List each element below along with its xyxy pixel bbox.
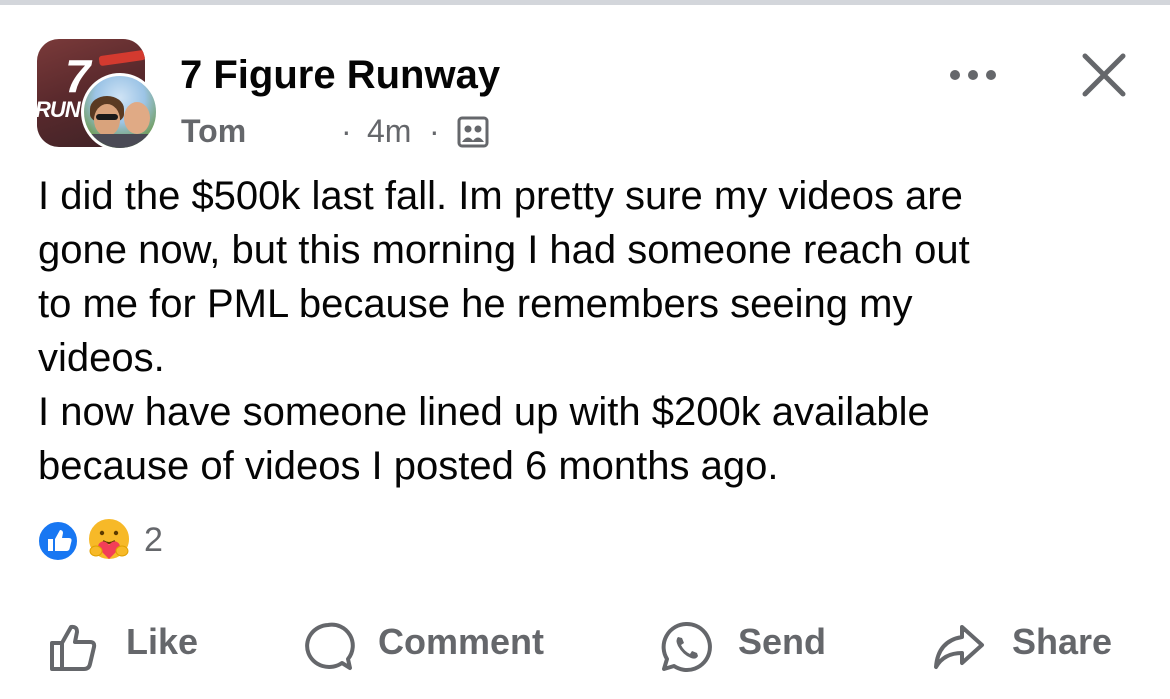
group-members-icon <box>457 116 489 148</box>
care-icon <box>87 517 131 561</box>
thumbs-up-icon <box>50 624 97 671</box>
share-button[interactable]: Share <box>930 613 1130 677</box>
avatar-shirt <box>84 134 156 148</box>
send-button[interactable]: Send <box>658 613 848 677</box>
share-arrow-icon <box>934 625 984 669</box>
whatsapp-icon <box>661 621 712 672</box>
post-body-line: to me for PML because he remembers seein… <box>38 282 913 326</box>
more-dots-icon[interactable] <box>944 57 1002 93</box>
logo-run: RUN <box>37 97 81 122</box>
like-label: Like <box>126 621 199 662</box>
avatar-face-right <box>124 102 150 134</box>
post-body-line: videos. <box>38 336 165 380</box>
post-body-line: I did the $500k last fall. Im pretty sur… <box>38 174 963 218</box>
comment-button[interactable]: Comment <box>300 613 570 677</box>
post-body-line: gone now, but this morning I had someone… <box>38 228 970 272</box>
meta-separator: · <box>341 113 352 149</box>
meta-separator: · <box>429 113 440 149</box>
avatar-sunglasses <box>96 114 118 120</box>
post-card: 7 RUN 7 Figure Runway Tom · 4m · I did t… <box>0 5 1170 699</box>
like-icon <box>37 520 79 562</box>
post-body-line: because of videos I posted 6 months ago. <box>38 444 779 488</box>
post-timestamp[interactable]: 4m <box>367 113 411 150</box>
logo-swoosh <box>98 49 145 67</box>
avatar-face-left <box>94 104 120 136</box>
author-name[interactable]: Tom <box>181 113 246 150</box>
send-label: Send <box>738 621 827 662</box>
post-body: I did the $500k last fall. Im pretty sur… <box>38 169 1148 493</box>
close-icon[interactable] <box>1080 51 1128 99</box>
group-name[interactable]: 7 Figure Runway <box>180 53 500 98</box>
action-bar: Like Comment Send Share <box>0 613 1170 677</box>
author-avatar[interactable] <box>81 73 159 151</box>
reaction-count: 2 <box>144 521 163 559</box>
like-button[interactable]: Like <box>46 613 216 677</box>
comment-bubble-icon <box>305 622 355 670</box>
share-label: Share <box>1012 621 1113 662</box>
comment-label: Comment <box>378 621 545 662</box>
post-body-line: I now have someone lined up with $200k a… <box>38 390 930 434</box>
